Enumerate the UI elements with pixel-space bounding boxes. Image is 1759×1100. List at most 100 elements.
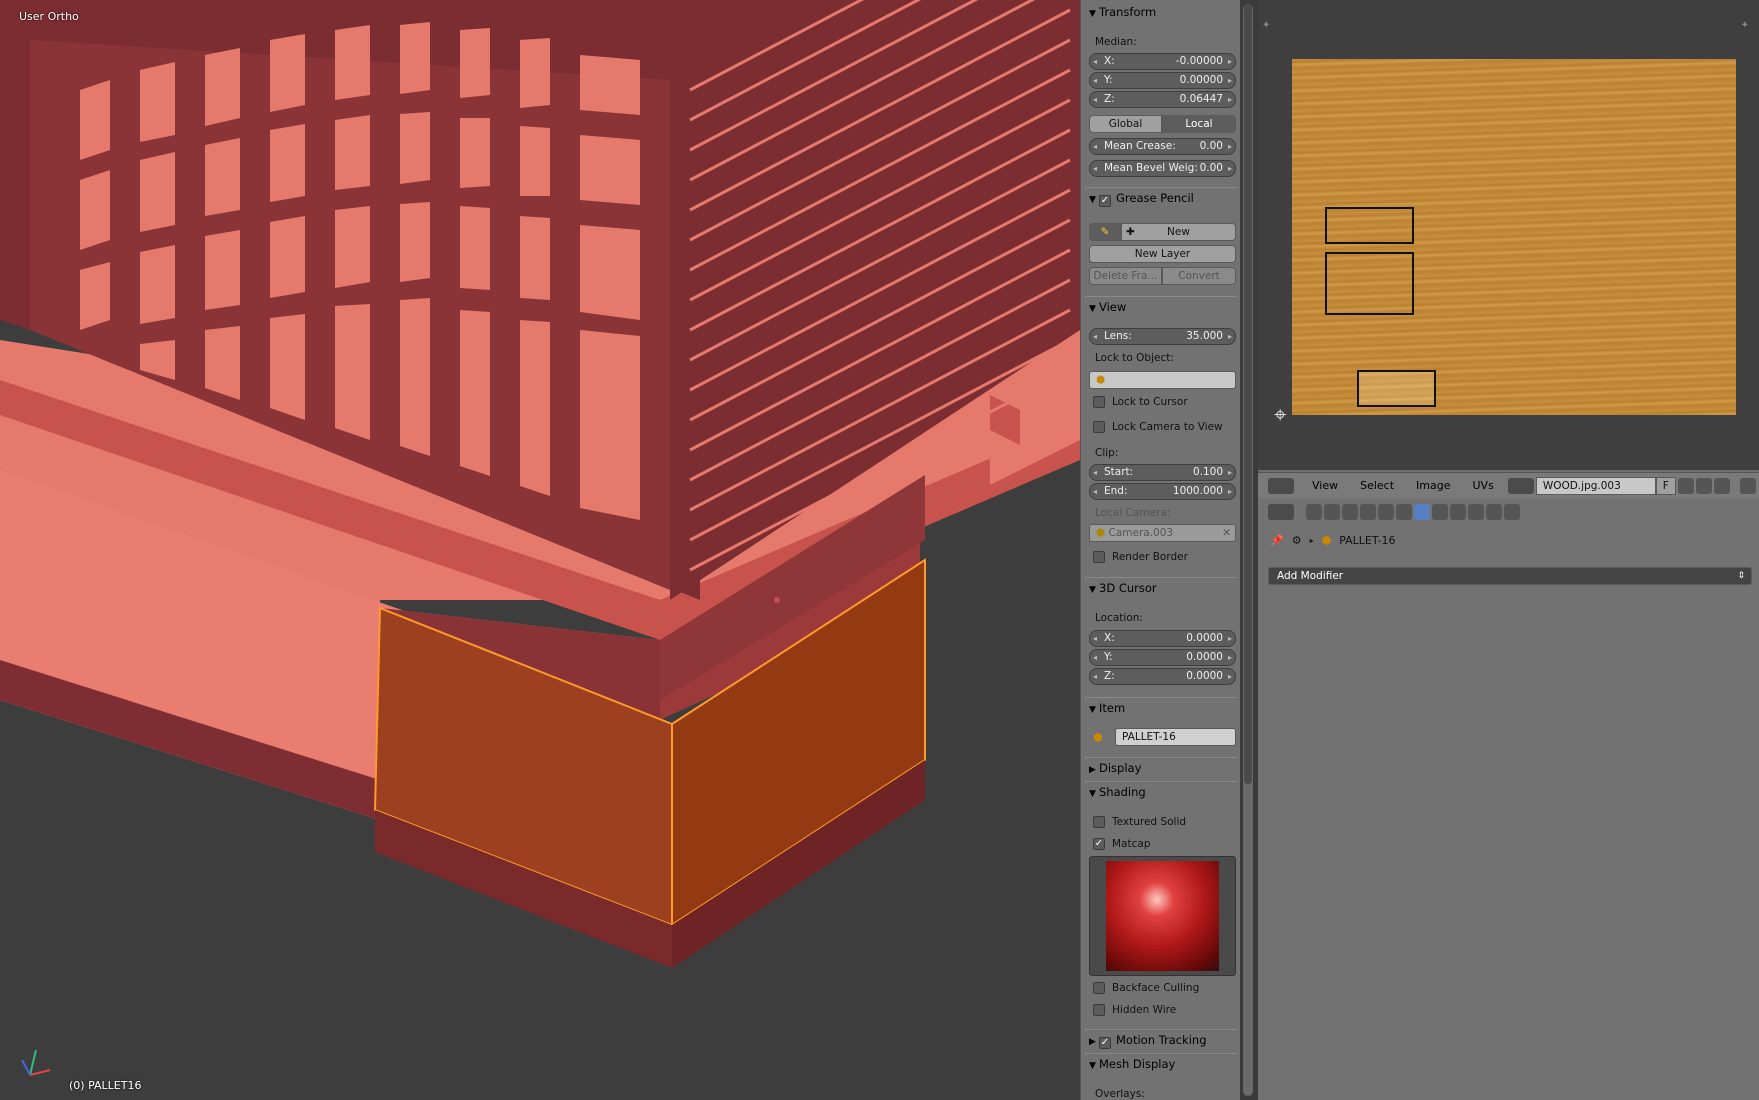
chevron-right-icon[interactable]: ▸ <box>1228 139 1232 154</box>
chevron-left-icon[interactable]: ◂ <box>1093 73 1097 88</box>
panel-header-shading[interactable]: ▼ Shading <box>1085 781 1237 801</box>
chevron-right-icon[interactable]: ▸ <box>1228 73 1232 88</box>
chevron-right-icon[interactable]: ▸ <box>1228 669 1232 684</box>
chevron-left-icon[interactable]: ◂ <box>1093 161 1097 176</box>
delete-frame-button[interactable]: Delete Fra... <box>1089 267 1162 285</box>
pencil-datablock-button[interactable]: ✎ <box>1089 223 1121 241</box>
material-tab-icon[interactable] <box>1450 504 1466 520</box>
lock-camera-checkbox[interactable] <box>1093 421 1105 433</box>
lock-cursor-checkbox[interactable] <box>1093 396 1105 408</box>
cursor-x-field[interactable]: ◂ X: 0.0000 ▸ <box>1089 630 1236 647</box>
editor-type-icon[interactable] <box>1268 504 1294 520</box>
new-grease-pencil-button[interactable]: ✚ New <box>1121 223 1236 241</box>
uv-image-editor[interactable]: ✦ ✦ ⌖ <box>1258 0 1759 470</box>
pin-icon[interactable] <box>1739 477 1756 494</box>
panel-header-display[interactable]: ▶ Display <box>1085 757 1237 777</box>
texture-tab-icon[interactable] <box>1468 504 1484 520</box>
mean-crease-field[interactable]: ◂ Mean Crease: 0.00 ▸ <box>1089 138 1236 155</box>
close-icon[interactable] <box>1713 477 1730 494</box>
panel-header-view[interactable]: ▼ View <box>1085 296 1237 316</box>
convert-button[interactable]: Convert <box>1162 267 1236 285</box>
clip-end-field[interactable]: ◂ End: 1000.000 ▸ <box>1089 483 1236 500</box>
editor-type-icon[interactable] <box>1268 477 1294 494</box>
chevron-right-icon[interactable]: ▸ <box>1228 329 1232 344</box>
new-layer-button[interactable]: New Layer <box>1089 245 1236 263</box>
chevron-right-icon[interactable]: ▸ <box>1228 161 1232 176</box>
panel-header-mesh-display[interactable]: ▼ Mesh Display <box>1085 1053 1237 1073</box>
corner-widget-icon[interactable]: ✦ <box>1262 20 1270 31</box>
uv-island[interactable] <box>1325 252 1414 315</box>
panel-header-motion-tracking[interactable]: ▶ ✓ Motion Tracking <box>1085 1029 1237 1049</box>
close-icon[interactable]: ✕ <box>1222 525 1231 541</box>
3d-viewport[interactable]: User Ortho (0) PALLET16 <box>0 0 1080 1100</box>
mean-bevel-field[interactable]: ◂ Mean Bevel Weig: 0.00 ▸ <box>1089 160 1236 177</box>
matcap-checkbox[interactable]: ✓ <box>1093 838 1105 850</box>
median-y-field[interactable]: ◂ Y: 0.00000 ▸ <box>1089 72 1236 89</box>
cursor-z-field[interactable]: ◂ Z: 0.0000 ▸ <box>1089 668 1236 685</box>
backface-culling-checkbox[interactable] <box>1093 982 1105 994</box>
grease-pencil-checkbox[interactable]: ✓ <box>1099 195 1111 207</box>
chevron-right-icon[interactable]: ▸ <box>1228 631 1232 646</box>
add-image-icon[interactable] <box>1677 477 1694 494</box>
scene-tab-icon[interactable] <box>1342 504 1358 520</box>
uv-island[interactable] <box>1325 207 1414 244</box>
median-x-field[interactable]: ◂ X: -0.00000 ▸ <box>1089 53 1236 70</box>
textured-solid-checkbox[interactable] <box>1093 816 1105 828</box>
corner-widget-icon[interactable]: ✦ <box>1741 20 1749 31</box>
panel-header-3d-cursor[interactable]: ▼ 3D Cursor <box>1085 577 1237 597</box>
lock-object-field[interactable]: ⬢ <box>1089 371 1236 389</box>
modifier-tab-icon[interactable] <box>1414 504 1430 520</box>
hidden-wire-checkbox[interactable] <box>1093 1004 1105 1016</box>
chevron-left-icon[interactable]: ◂ <box>1093 54 1097 69</box>
panel-header-grease-pencil[interactable]: ▼ ✓ Grease Pencil <box>1085 187 1237 207</box>
menu-view[interactable]: View <box>1312 479 1338 492</box>
menu-select[interactable]: Select <box>1360 479 1394 492</box>
render-border-checkbox[interactable] <box>1093 551 1105 563</box>
open-image-icon[interactable] <box>1695 477 1712 494</box>
panel-header-transform[interactable]: ▼ Transform <box>1085 2 1237 22</box>
image-name-field[interactable]: WOOD.jpg.003 <box>1535 476 1656 495</box>
add-modifier-dropdown[interactable]: Add Modifier ⇕ <box>1268 567 1752 585</box>
physics-tab-icon[interactable] <box>1504 504 1520 520</box>
matcap-preview[interactable] <box>1089 856 1236 976</box>
chevron-right-icon[interactable]: ▸ <box>1228 484 1232 499</box>
scrollbar-thumb[interactable] <box>1244 4 1252 784</box>
menu-image[interactable]: Image <box>1416 479 1450 492</box>
chevron-left-icon[interactable]: ◂ <box>1093 329 1097 344</box>
side-panel-scrollbar[interactable] <box>1243 4 1253 1096</box>
image-browse-icon[interactable] <box>1507 477 1534 494</box>
object-tab-icon[interactable] <box>1378 504 1394 520</box>
local-camera-field[interactable]: ⬢ Camera.003 ✕ <box>1089 524 1236 542</box>
chevron-left-icon[interactable]: ◂ <box>1093 465 1097 480</box>
world-tab-icon[interactable] <box>1360 504 1376 520</box>
layers-tab-icon[interactable] <box>1324 504 1340 520</box>
motion-tracking-checkbox[interactable]: ✓ <box>1099 1037 1111 1049</box>
chevron-right-icon[interactable]: ▸ <box>1228 54 1232 69</box>
particles-tab-icon[interactable] <box>1486 504 1502 520</box>
chevron-left-icon[interactable]: ◂ <box>1093 669 1097 684</box>
chevron-left-icon[interactable]: ◂ <box>1093 631 1097 646</box>
pin-icon[interactable]: 📌 <box>1270 534 1284 547</box>
menu-uvs[interactable]: UVs <box>1473 479 1494 492</box>
global-toggle[interactable]: Global <box>1089 115 1162 133</box>
render-tab-icon[interactable] <box>1306 504 1322 520</box>
local-toggle[interactable]: Local <box>1162 115 1236 133</box>
uv-island-selected[interactable] <box>1357 370 1436 407</box>
panel-header-item[interactable]: ▼ Item <box>1085 697 1237 717</box>
constraints-tab-icon[interactable] <box>1396 504 1412 520</box>
chevron-left-icon[interactable]: ◂ <box>1093 139 1097 154</box>
median-z-field[interactable]: ◂ Z: 0.06447 ▸ <box>1089 91 1236 108</box>
chevron-right-icon[interactable]: ▸ <box>1228 465 1232 480</box>
chevron-left-icon[interactable]: ◂ <box>1093 484 1097 499</box>
chevron-right-icon[interactable]: ▸ <box>1228 92 1232 107</box>
lens-field[interactable]: ◂ Lens: 35.000 ▸ <box>1089 328 1236 345</box>
data-tab-icon[interactable] <box>1432 504 1448 520</box>
chevron-left-icon[interactable]: ◂ <box>1093 650 1097 665</box>
fake-user-button[interactable]: F <box>1655 476 1676 495</box>
cursor-y-field[interactable]: ◂ Y: 0.0000 ▸ <box>1089 649 1236 666</box>
item-name-field[interactable]: PALLET-16 <box>1115 728 1236 746</box>
chevron-left-icon[interactable]: ◂ <box>1093 92 1097 107</box>
2d-cursor-icon[interactable]: ⌖ <box>1274 403 1286 428</box>
clip-start-field[interactable]: ◂ Start: 0.100 ▸ <box>1089 464 1236 481</box>
chevron-right-icon[interactable]: ▸ <box>1228 650 1232 665</box>
